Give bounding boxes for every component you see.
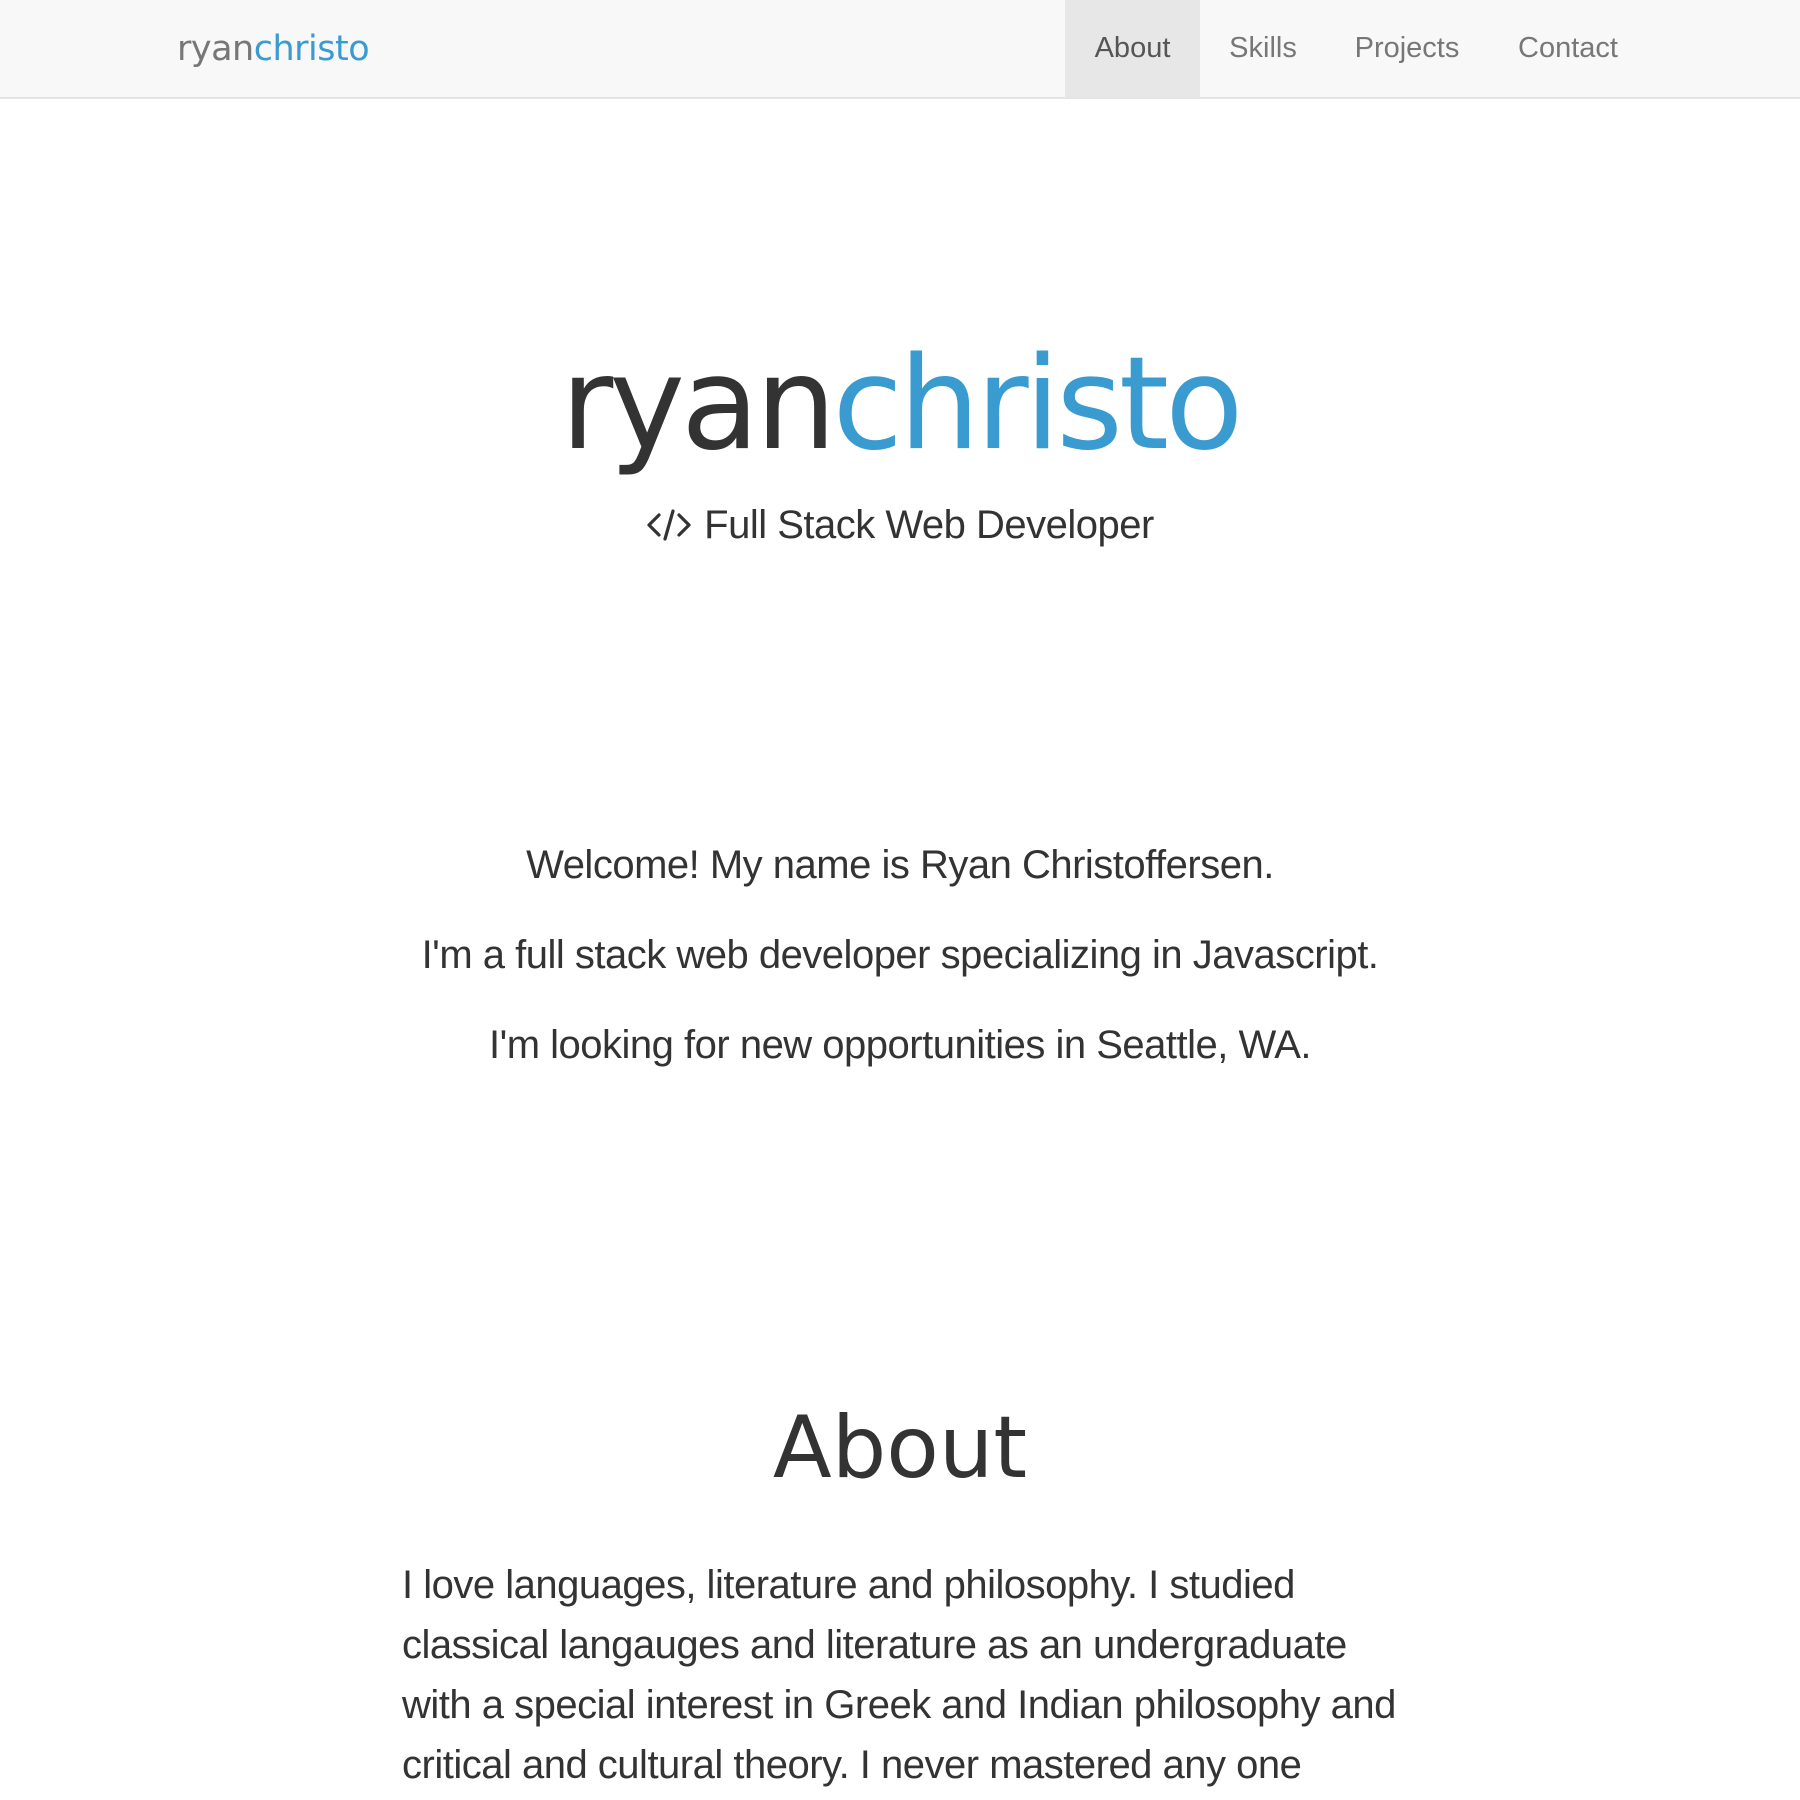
code-icon [647, 509, 691, 541]
brand-name-first: ryan [177, 29, 254, 69]
about-heading: About [772, 1398, 1028, 1498]
hero-title: ryanchristo [0, 330, 1800, 480]
hero-subtitle-text: Full Stack Web Developer [704, 503, 1154, 547]
nav-item-contact[interactable]: Contact [1488, 0, 1648, 97]
brand-logo[interactable]: ryanchristo [177, 24, 370, 74]
hero-subtitle: Full Stack Web Developer [0, 498, 1800, 552]
hero-title-second: christo [832, 330, 1244, 479]
intro-section: Welcome! My name is Ryan Christoffersen.… [0, 838, 1800, 1108]
intro-line-location: I'm looking for new opportunities in Sea… [488, 1023, 1312, 1067]
intro-line-role: I'm a full stack web developer specializ… [421, 933, 1379, 977]
nav-menu: About Skills Projects Contact [1065, 0, 1648, 97]
nav-item-about[interactable]: About [1065, 0, 1200, 97]
nav-item-skills[interactable]: Skills [1200, 0, 1326, 97]
brand-name-second: christo [253, 29, 370, 69]
about-body: I love languages, literature and philoso… [402, 1563, 1396, 1787]
intro-line-welcome: Welcome! My name is Ryan Christoffersen. [526, 843, 1274, 887]
nav-item-projects[interactable]: Projects [1326, 0, 1488, 97]
navbar: ryanchristo About Skills Projects Contac… [0, 0, 1800, 99]
hero-title-first: ryan [560, 330, 837, 479]
